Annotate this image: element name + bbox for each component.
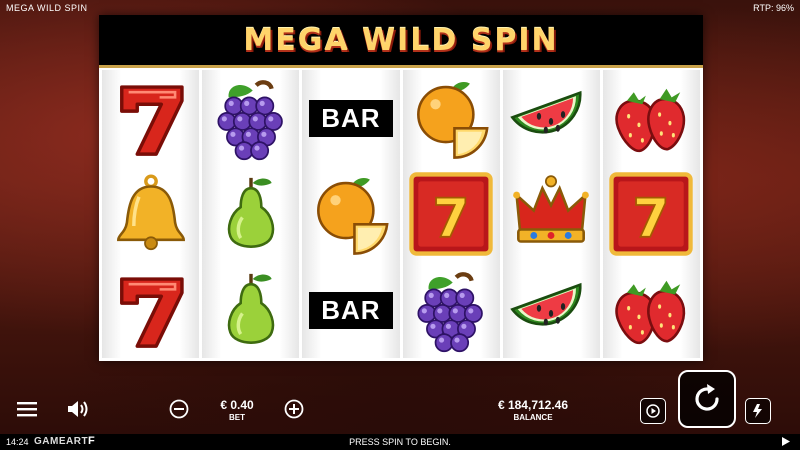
game-banner: MEGA WILD SPIN: [99, 15, 703, 68]
reels-grid: BAR BAR 7 7: [102, 70, 701, 358]
reel-symbol-bar: BAR: [302, 70, 399, 166]
reel-2: [202, 70, 300, 358]
strawberry-icon: [615, 88, 686, 153]
grapes-icon: [417, 272, 483, 353]
reel-symbol-orange: [302, 166, 399, 262]
reel-symbol-bell: [102, 166, 199, 262]
reel-symbol-seven-framed: 7: [403, 166, 500, 262]
menu-icon[interactable]: [16, 400, 38, 418]
reel-symbol-seven: [102, 70, 199, 166]
decrease-bet-icon[interactable]: [168, 398, 190, 420]
autoplay-button[interactable]: [640, 398, 666, 424]
seven-framed-icon: 7: [609, 172, 694, 256]
balance-value: € 184,712.46: [497, 398, 569, 412]
seven-framed-icon: 7: [409, 172, 493, 256]
svg-text:7: 7: [633, 187, 670, 249]
reel-6: 7: [602, 70, 701, 358]
reel-symbol-pear: [202, 166, 299, 262]
reel-symbol-seven: [102, 262, 199, 358]
reel-symbol-watermelon: [503, 70, 600, 166]
watermelon-icon: [510, 90, 582, 134]
balance-label: BALANCE: [513, 413, 553, 422]
reel-symbol-strawberry: [603, 262, 700, 358]
orange-icon: [316, 177, 389, 255]
reel-1: [102, 70, 200, 358]
status-message: PRESS SPIN TO BEGIN.: [349, 437, 451, 447]
watermelon-icon: [510, 282, 582, 326]
reel-symbol-pear: [202, 262, 299, 358]
play-icon[interactable]: [782, 437, 790, 448]
spin-button[interactable]: [678, 370, 736, 428]
rtp-indicator: RTP: 96%: [753, 3, 794, 13]
reel-symbol-strawberry: [603, 70, 700, 166]
increase-bet-icon[interactable]: [283, 398, 305, 420]
reel-4: 7: [402, 70, 500, 358]
bet-display: € 0.40 BET: [207, 398, 267, 422]
reel-5: [502, 70, 600, 358]
reel-symbol-orange: [403, 70, 500, 166]
reel-symbol-crown: [503, 166, 600, 262]
sound-icon[interactable]: [66, 399, 90, 419]
turbo-button[interactable]: [745, 398, 771, 424]
reel-symbol-grapes: [403, 262, 500, 358]
crown-icon: [513, 175, 590, 243]
balance-display: € 184,712.46 BALANCE: [483, 398, 583, 422]
seven-icon: [119, 85, 184, 156]
svg-text:7: 7: [433, 187, 470, 249]
bet-label: BET: [229, 413, 245, 422]
top-bar: MEGA WILD SPIN RTP: 96%: [0, 0, 800, 16]
slot-machine: MEGA WILD SPIN BAR BAR 7 7: [99, 15, 703, 361]
banner-title: MEGA WILD SPIN: [243, 22, 559, 58]
grapes-icon: [217, 80, 283, 161]
reel-symbol-grapes: [202, 70, 299, 166]
orange-icon: [417, 81, 489, 159]
bell-icon: [116, 174, 185, 251]
bar-symbol-label: BAR: [309, 291, 393, 329]
pear-icon: [227, 177, 274, 248]
turbo-icon: [753, 404, 762, 418]
reel-3: BAR BAR: [302, 70, 400, 358]
footer-bar: 14:24 GAMEART F PRESS SPIN TO BEGIN.: [0, 434, 800, 450]
reel-symbol-seven-framed: 7: [603, 166, 700, 262]
strawberry-icon: [615, 280, 686, 345]
reel-symbol-bar: BAR: [302, 262, 399, 358]
game-title: MEGA WILD SPIN: [6, 3, 88, 13]
bet-value: € 0.40: [220, 398, 254, 412]
reel-symbol-watermelon: [503, 262, 600, 358]
spin-icon: [695, 384, 719, 411]
pear-icon: [227, 273, 274, 344]
bar-symbol-label: BAR: [309, 99, 393, 137]
autoplay-icon: [646, 404, 660, 418]
seven-icon: [119, 277, 184, 348]
